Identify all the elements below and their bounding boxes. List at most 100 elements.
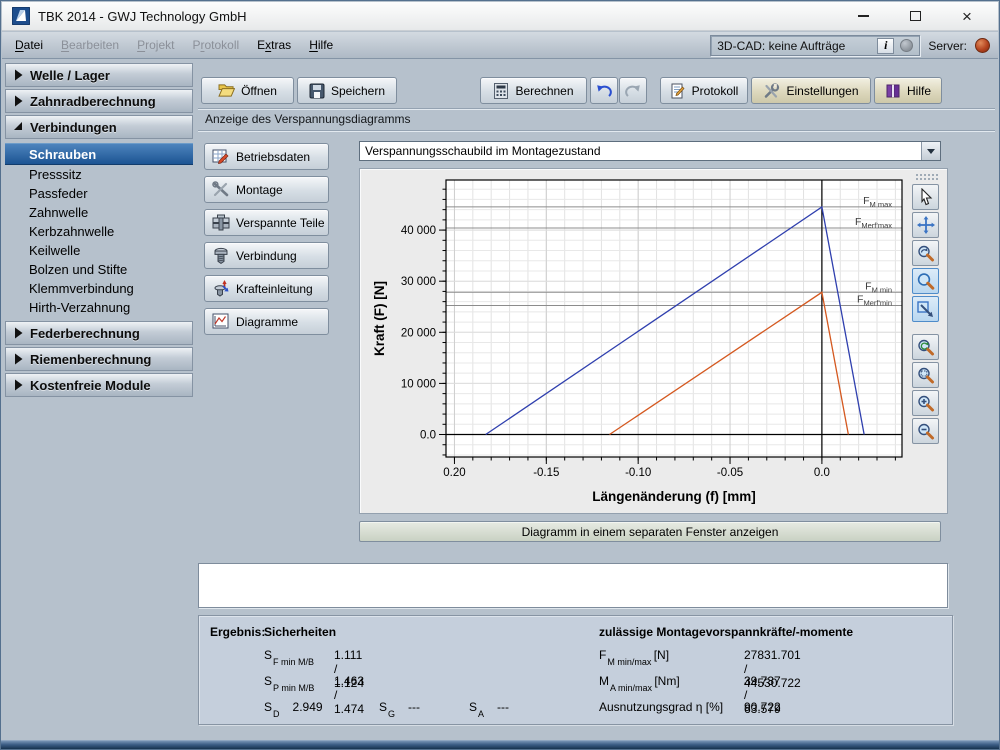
sidebar-section-zahnradberechnung[interactable]: Zahnradberechnung — [5, 89, 193, 113]
open-button-label: Öffnen — [241, 84, 277, 98]
undo-icon — [596, 84, 612, 98]
info-button[interactable]: i — [877, 38, 894, 54]
protocol-document-icon — [670, 83, 686, 99]
redo-button[interactable] — [619, 77, 647, 104]
zoom-undo-button[interactable] — [912, 334, 939, 360]
message-box — [198, 563, 948, 608]
select-cursor-icon — [917, 188, 935, 206]
sidebar-item-klemmverbindung[interactable]: Klemmverbindung — [5, 279, 193, 298]
verspannte-teile-button[interactable]: Verspannte Teile — [204, 209, 329, 236]
safety-inline-item: SA--- — [469, 700, 509, 716]
undo-button[interactable] — [590, 77, 618, 104]
separator-line — [198, 108, 995, 110]
open-button[interactable]: Öffnen — [201, 77, 294, 104]
menu-projekt[interactable]: Projekt — [128, 33, 183, 57]
sidebar-section-kostenfreie-module[interactable]: Kostenfreie Module — [5, 373, 193, 397]
verbindung-label: Verbindung — [236, 249, 297, 263]
zoom-in-icon — [916, 394, 935, 413]
sidebar-item-hirth-verzahnung[interactable]: Hirth-Verzahnung — [5, 298, 193, 317]
server-label: Server: — [928, 39, 967, 53]
verspannte-teile-label: Verspannte Teile — [236, 216, 325, 230]
app-window: TBK 2014 - GWJ Technology GmbH × DateiBe… — [0, 0, 1000, 750]
zoom-in-button[interactable] — [912, 390, 939, 416]
cad-status-text: 3D-CAD: keine Aufträge — [717, 39, 871, 53]
pan-button[interactable] — [912, 212, 939, 238]
results-label: Ergebnis: — [210, 625, 265, 639]
select-cursor-button[interactable] — [912, 184, 939, 210]
protocol-button-label: Protokoll — [692, 84, 739, 98]
chart-toolbar — [912, 173, 942, 446]
preload-title: zulässige Montagevorspannkräfte/-momente — [599, 625, 853, 639]
menu-protokoll[interactable]: Protokoll — [183, 33, 248, 57]
diagram-type-select[interactable]: Verspannungsschaubild im Montagezustand — [359, 141, 941, 161]
diagramme-label: Diagramme — [236, 315, 298, 329]
open-separate-window-button[interactable]: Diagramm in einem separaten Fenster anze… — [359, 521, 941, 542]
sidebar-section-federberechnung[interactable]: Federberechnung — [5, 321, 193, 345]
assembly-tools-icon — [212, 181, 230, 198]
zoom-previous-button[interactable] — [912, 240, 939, 266]
clamped-parts-icon — [212, 214, 230, 231]
settings-button[interactable]: Einstellungen — [751, 77, 871, 104]
maximize-button[interactable] — [904, 5, 926, 27]
sidebar-section-verbindungen[interactable]: Verbindungen — [5, 115, 193, 139]
sidebar-item-zahnwelle[interactable]: Zahnwelle — [5, 203, 193, 222]
preload-row: FM min/max [N]27831.701 / 44530.722 — [599, 648, 669, 664]
app-logo-icon — [12, 7, 30, 25]
menu-extras[interactable]: Extras — [248, 33, 300, 57]
chevron-down-icon[interactable] — [921, 142, 940, 160]
minimize-button[interactable] — [852, 5, 874, 27]
triangle-collapsed-icon — [13, 353, 23, 365]
protocol-button[interactable]: Protokoll — [660, 77, 748, 104]
results-panel: Ergebnis: Sicherheiten zulässige Montage… — [198, 615, 953, 725]
force-application-icon — [212, 280, 230, 297]
sidebar-item-schrauben[interactable]: Schrauben — [5, 143, 193, 165]
pan-icon — [917, 216, 935, 234]
menu-hilfe[interactable]: Hilfe — [300, 33, 342, 57]
svg-text:0.0: 0.0 — [420, 430, 436, 442]
sidebar-item-bolzen-und-stifte[interactable]: Bolzen und Stifte — [5, 260, 193, 279]
triangle-collapsed-icon — [13, 327, 23, 339]
close-button[interactable]: × — [956, 5, 978, 27]
svg-text:Längenänderung (f) [mm]: Längenänderung (f) [mm] — [592, 489, 756, 504]
safety-title: Sicherheiten — [264, 625, 336, 639]
zoom-extents-button[interactable] — [912, 362, 939, 388]
zoom-window-button[interactable] — [912, 268, 939, 294]
sidebar-section-welle-lager[interactable]: Welle / Lager — [5, 63, 193, 87]
safety-inline-item: SD2.949 — [264, 700, 323, 716]
menu-datei[interactable]: Datei — [6, 33, 52, 57]
save-button[interactable]: Speichern — [297, 77, 397, 104]
chart-panel: FM maxFMerf'maxFM minFMerf'min0.20-0.15-… — [359, 168, 948, 514]
calculate-button[interactable]: Berechnen — [480, 77, 587, 104]
sidebar-item-presssitz[interactable]: Presssitz — [5, 165, 193, 184]
svg-text:-0.05: -0.05 — [717, 467, 743, 479]
toolbar-grip[interactable] — [915, 173, 939, 180]
krafteinleitung-button[interactable]: Krafteinleitung — [204, 275, 329, 302]
betriebsdaten-button[interactable]: Betriebsdaten — [204, 143, 329, 170]
triangle-collapsed-icon — [13, 69, 23, 81]
sidebar-item-keilwelle[interactable]: Keilwelle — [5, 241, 193, 260]
operating-data-icon — [212, 148, 230, 165]
sidebar-item-passfeder[interactable]: Passfeder — [5, 184, 193, 203]
window-bottom-edge — [1, 740, 999, 749]
diagramme-button[interactable]: Diagramme — [204, 308, 329, 335]
menu-bearbeiten[interactable]: Bearbeiten — [52, 33, 128, 57]
sidebar-item-kerbzahnwelle[interactable]: Kerbzahnwelle — [5, 222, 193, 241]
zoom-out-button[interactable] — [912, 418, 939, 444]
calculate-button-label: Berechnen — [515, 84, 573, 98]
zoom-previous-icon — [916, 244, 935, 263]
help-button[interactable]: Hilfe — [874, 77, 942, 104]
montage-button[interactable]: Montage — [204, 176, 329, 203]
title-bar: TBK 2014 - GWJ Technology GmbH × — [2, 2, 998, 31]
section-label: Anzeige des Verspannungsdiagramms — [205, 112, 410, 126]
triangle-collapsed-icon — [13, 379, 23, 391]
sidebar: Welle / LagerZahnradberechnungVerbindung… — [5, 63, 193, 739]
help-button-label: Hilfe — [907, 84, 931, 98]
verbindung-button[interactable]: Verbindung — [204, 242, 329, 269]
sidebar-section-riemenberechnung[interactable]: Riemenberechnung — [5, 347, 193, 371]
safety-row: SF min M/B1.111 / 1.124 — [264, 648, 313, 664]
diagram-icon — [212, 313, 230, 330]
svg-text:Kraft (F) [N]: Kraft (F) [N] — [372, 281, 387, 356]
triangle-collapsed-icon — [13, 95, 23, 107]
zoom-drag-button[interactable] — [912, 296, 939, 322]
chart-canvas[interactable]: FM maxFMerf'maxFM minFMerf'min0.20-0.15-… — [362, 171, 907, 512]
